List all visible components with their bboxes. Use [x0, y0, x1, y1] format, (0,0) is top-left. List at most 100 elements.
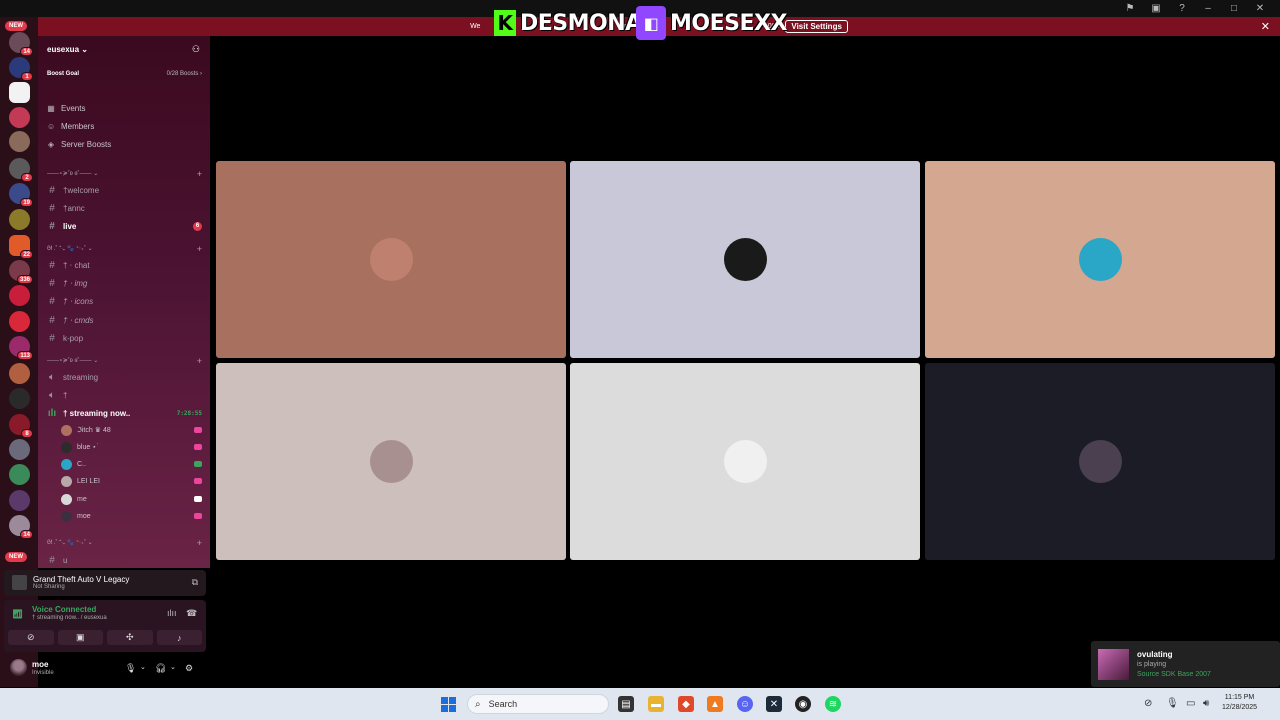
- server-icon[interactable]: [9, 285, 30, 306]
- microphone-icon[interactable]: 🎙︎: [125, 663, 136, 674]
- voice-channel-streaming[interactable]: 🔈︎ streaming: [47, 370, 202, 384]
- noise-suppression-icon[interactable]: ılıı: [167, 608, 177, 618]
- server-icon[interactable]: 8: [9, 414, 33, 438]
- channel-img[interactable]: # † ‧ img: [47, 276, 202, 290]
- share-screen-icon[interactable]: ⧉: [192, 577, 198, 588]
- channel-u[interactable]: # u: [47, 553, 202, 567]
- server-icon[interactable]: 14: [9, 32, 33, 56]
- screen-share-button[interactable]: ▣: [57, 630, 103, 645]
- video-tile[interactable]: [570, 161, 920, 358]
- channel-live[interactable]: # live 6: [47, 219, 202, 233]
- brave-browser-icon[interactable]: ◆: [678, 696, 694, 712]
- voice-member[interactable]: ℑitch ♛ 48: [61, 424, 202, 436]
- server-icon[interactable]: 2: [9, 158, 33, 182]
- server-icon[interactable]: 336: [9, 260, 33, 284]
- channel-annc[interactable]: # †annc: [47, 201, 202, 215]
- network-off-icon[interactable]: ⊘: [1144, 698, 1152, 709]
- file-explorer-icon[interactable]: ▬: [648, 696, 664, 712]
- add-channel-icon[interactable]: +: [197, 170, 202, 180]
- server-name-dropdown[interactable]: eusexua ⌄: [47, 45, 88, 54]
- channel-kpop[interactable]: # k-pop: [47, 331, 202, 345]
- video-tile[interactable]: [925, 161, 1275, 358]
- voice-member[interactable]: C..: [61, 458, 202, 470]
- nav-events[interactable]: ▦ Events: [47, 101, 202, 115]
- camera-off-button[interactable]: ⊘: [8, 630, 54, 645]
- signal-icon[interactable]: 📶︎: [12, 609, 23, 620]
- server-icon[interactable]: 1: [9, 57, 33, 81]
- boost-goal[interactable]: Boost Goal 0/28 Boosts ›: [47, 71, 202, 85]
- server-icon[interactable]: 14: [9, 515, 33, 539]
- voice-channel-dagger[interactable]: 🔈︎ †: [47, 388, 202, 402]
- category-header[interactable]: ——⋆≽˚ʚ ɞ˚—— ⌄ +: [47, 170, 202, 180]
- voice-channel-path[interactable]: † streaming now.. / eusexua: [32, 615, 107, 621]
- add-channel-icon[interactable]: +: [197, 539, 202, 549]
- spotify-icon[interactable]: ≋: [825, 696, 841, 712]
- channel-icons[interactable]: # † ‧ icons: [47, 294, 202, 308]
- video-tile[interactable]: [570, 363, 920, 560]
- voice-member[interactable]: LEI LEI: [61, 475, 202, 487]
- server-icon[interactable]: [9, 464, 30, 485]
- voice-channel-streaming-now[interactable]: ılı † streaming now.. 7:28:55: [47, 406, 202, 420]
- minimize-icon[interactable]: –: [1202, 3, 1214, 15]
- nav-members[interactable]: ☺ Members: [47, 119, 202, 133]
- video-tile[interactable]: [216, 161, 566, 358]
- server-icon[interactable]: [9, 209, 30, 230]
- server-icon[interactable]: 19: [9, 183, 33, 207]
- voice-member[interactable]: moe: [61, 510, 202, 522]
- video-tile[interactable]: [216, 363, 566, 560]
- discord-icon[interactable]: ☺: [737, 696, 753, 712]
- vlc-icon[interactable]: ▲: [707, 696, 723, 712]
- help-icon[interactable]: ?: [1176, 3, 1188, 15]
- flag-icon[interactable]: ⚑: [1124, 3, 1136, 15]
- inbox-icon[interactable]: ▣: [1150, 3, 1162, 15]
- maximize-icon[interactable]: □: [1228, 3, 1240, 15]
- category-header[interactable]: ᘛ .˚ ⁺‧₊ 🐾 ⁺‧₊˚ ⌄ +: [47, 539, 202, 549]
- server-icon[interactable]: [9, 131, 30, 152]
- taskbar-search[interactable]: ⌕ Search: [467, 694, 609, 714]
- server-icon[interactable]: 22: [9, 235, 33, 259]
- category-header[interactable]: ——⋆≽˚ʚ ɞ˚—— ⌄ +: [47, 357, 202, 367]
- voice-member[interactable]: me: [61, 493, 202, 505]
- voice-controls: ⊘ ▣ ✣ ♪: [8, 630, 202, 645]
- server-icon[interactable]: [9, 363, 30, 384]
- terminal-icon[interactable]: ✕: [766, 696, 782, 712]
- category-header[interactable]: ᘛ .˚ ⁺‧₊ 🐾 ⁺‧₊˚ ⌄ +: [47, 245, 202, 255]
- chevron-down-icon[interactable]: ⌄: [170, 663, 176, 671]
- server-icon[interactable]: 113: [9, 336, 33, 360]
- now-playing-toast[interactable]: ovulating is playing Source SDK Base 200…: [1091, 641, 1280, 687]
- video-tile[interactable]: [925, 363, 1275, 560]
- username[interactable]: moe: [32, 660, 48, 669]
- microphone-tray-icon[interactable]: 🎙︎: [1166, 698, 1179, 709]
- steam-icon[interactable]: ◉: [795, 696, 811, 712]
- voice-member[interactable]: blue ⋆˙: [61, 441, 202, 453]
- start-button[interactable]: [441, 697, 456, 712]
- visit-settings-button[interactable]: Visit Settings: [785, 20, 848, 33]
- banner-close-icon[interactable]: ✕: [1261, 20, 1270, 33]
- gear-icon[interactable]: ⚙: [185, 663, 193, 674]
- server-icon[interactable]: [9, 388, 30, 409]
- avatar[interactable]: [10, 659, 27, 676]
- disconnect-icon[interactable]: ☎: [186, 608, 197, 619]
- server-icon[interactable]: [9, 82, 30, 103]
- close-window-icon[interactable]: ✕: [1254, 3, 1266, 15]
- display-icon[interactable]: ▭: [1186, 698, 1195, 709]
- channel-cmds[interactable]: # † ‧ cmds: [47, 313, 202, 327]
- channel-chat[interactable]: # † ‧ chat: [47, 258, 202, 272]
- add-channel-icon[interactable]: +: [197, 245, 202, 255]
- nav-server-boosts[interactable]: ◈ Server Boosts: [47, 137, 202, 151]
- activities-button[interactable]: ✣: [107, 630, 153, 645]
- server-icon[interactable]: [9, 107, 30, 128]
- headphones-icon[interactable]: 🎧︎: [155, 663, 166, 674]
- server-icon[interactable]: [9, 490, 30, 511]
- system-clock[interactable]: 11:15 PM 12/28/2025: [1222, 693, 1257, 713]
- add-channel-icon[interactable]: +: [197, 357, 202, 367]
- server-icon[interactable]: [9, 311, 30, 332]
- twitch-overlay: ◧ MOESEXX: [636, 6, 787, 40]
- invite-icon[interactable]: ⚇: [192, 44, 200, 55]
- channel-welcome[interactable]: # †welcome: [47, 183, 202, 197]
- volume-icon[interactable]: 🔊︎: [1203, 698, 1209, 709]
- soundboard-button[interactable]: ♪: [156, 630, 202, 645]
- server-icon[interactable]: [9, 439, 30, 460]
- task-view-icon[interactable]: ▤: [618, 696, 634, 712]
- chevron-down-icon[interactable]: ⌄: [140, 663, 146, 671]
